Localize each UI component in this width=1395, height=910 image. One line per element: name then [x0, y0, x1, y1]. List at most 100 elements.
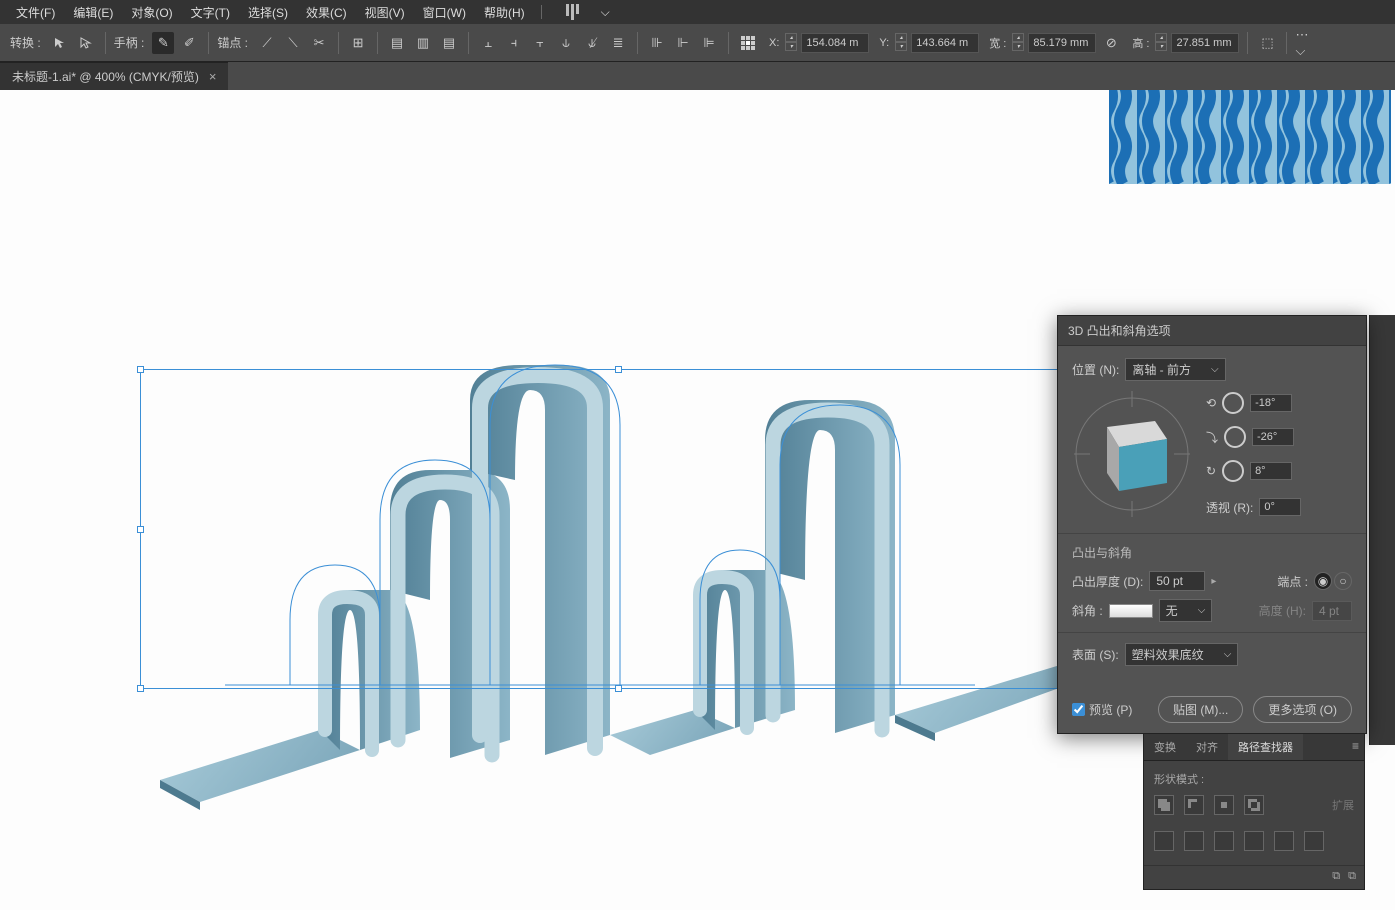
more-options-button[interactable]: 更多选项 (O) — [1253, 696, 1352, 723]
outline-icon[interactable] — [1274, 831, 1294, 851]
panel-menu-icon[interactable]: ≡ — [1352, 739, 1360, 753]
crop-icon[interactable] — [1244, 831, 1264, 851]
anchor-cut-icon[interactable]: ✂ — [308, 32, 330, 54]
menu-object[interactable]: 对象(O) — [123, 2, 180, 23]
selection-tool-icon[interactable] — [49, 32, 71, 54]
distribute-spacing-icon[interactable]: ≣ — [607, 32, 629, 54]
w-input[interactable] — [1028, 33, 1096, 53]
exclude-icon[interactable] — [1244, 795, 1264, 815]
selection-handle[interactable] — [137, 685, 144, 692]
depth-stepper-icon[interactable]: ▸ — [1211, 576, 1216, 587]
expand-button: 扩展 — [1332, 797, 1354, 813]
align-top-icon[interactable]: ⫠ — [477, 32, 499, 54]
handle-option-2-icon[interactable]: ✐ — [178, 32, 200, 54]
reference-point-icon[interactable] — [737, 32, 759, 54]
toolbar-separator — [1286, 32, 1287, 54]
align-right-icon[interactable]: ▤ — [438, 32, 460, 54]
menu-text[interactable]: 文字(T) — [183, 2, 238, 23]
bevel-swatch — [1109, 604, 1153, 618]
unite-icon[interactable] — [1154, 795, 1174, 815]
distribute-v-icon[interactable]: ⫝̸ — [581, 32, 603, 54]
menu-window[interactable]: 窗口(W) — [415, 2, 474, 23]
preview-checkbox-input[interactable] — [1072, 703, 1085, 716]
height-input — [1312, 601, 1352, 621]
align-hcenter-icon[interactable]: ▥ — [412, 32, 434, 54]
collapsed-panel-dock[interactable] — [1369, 315, 1395, 745]
menu-select[interactable]: 选择(S) — [240, 2, 296, 23]
menu-edit[interactable]: 编辑(E) — [65, 2, 121, 23]
rotate-z-input[interactable] — [1250, 462, 1292, 480]
rotate-x-input[interactable] — [1250, 394, 1292, 412]
toolbar-separator — [105, 32, 106, 54]
close-icon[interactable]: × — [209, 69, 217, 84]
document-tab[interactable]: 未标题-1.ai* @ 400% (CMYK/预览) × — [0, 62, 228, 90]
merge-icon[interactable] — [1214, 831, 1234, 851]
cube-rotation-preview[interactable] — [1072, 389, 1192, 519]
toolbar-separator — [377, 32, 378, 54]
tab-align[interactable]: 对齐 — [1186, 734, 1228, 760]
document-tab-bar: 未标题-1.ai* @ 400% (CMYK/预览) × — [0, 62, 1395, 90]
x-input[interactable] — [801, 33, 869, 53]
toolbar-separator — [1247, 32, 1248, 54]
tab-pathfinder[interactable]: 路径查找器 — [1228, 734, 1303, 760]
align-grid-icon[interactable]: ⊞ — [347, 32, 369, 54]
more-options-icon[interactable]: ⋯⌵ — [1295, 32, 1317, 54]
panel-icon-2[interactable]: ⧉ — [1348, 870, 1356, 883]
document-tab-title: 未标题-1.ai* @ 400% (CMYK/预览) — [12, 68, 199, 85]
workspace-switcher-icon[interactable]: ⌵ — [558, 4, 588, 20]
align-vcenter-icon[interactable]: ⫞ — [503, 32, 525, 54]
perspective-input[interactable] — [1259, 498, 1301, 516]
position-select[interactable]: 离轴 - 前方 — [1125, 358, 1225, 381]
handle-option-1-icon[interactable]: ✎ — [152, 32, 174, 54]
panel-icon-1[interactable]: ⧉ — [1332, 870, 1340, 883]
selection-handle[interactable] — [615, 685, 622, 692]
vert-align-2-icon[interactable]: ⊩ — [672, 32, 694, 54]
minus-back-icon[interactable] — [1304, 831, 1324, 851]
bevel-select[interactable]: 无 — [1159, 599, 1213, 622]
menu-view[interactable]: 视图(V) — [357, 2, 413, 23]
depth-input[interactable] — [1149, 571, 1205, 591]
minus-front-icon[interactable] — [1184, 795, 1204, 815]
transform-label: 转换 : — [10, 34, 41, 51]
anchor-convert-icon[interactable]: ⟋ — [256, 32, 278, 54]
anchor-smooth-icon[interactable]: ⟍ — [282, 32, 304, 54]
link-wh-icon[interactable]: ⊘ — [1100, 32, 1122, 54]
surface-select[interactable]: 塑料效果底纹 — [1125, 643, 1239, 666]
intersect-icon[interactable] — [1214, 795, 1234, 815]
distribute-h-icon[interactable]: ⫝ — [555, 32, 577, 54]
menu-effect[interactable]: 效果(C) — [298, 2, 355, 23]
align-bottom-icon[interactable]: ⫟ — [529, 32, 551, 54]
y-spinner[interactable]: ▴▾ — [895, 33, 907, 53]
direct-select-icon[interactable] — [75, 32, 97, 54]
align-left-icon[interactable]: ▤ — [386, 32, 408, 54]
selection-handle[interactable] — [137, 366, 144, 373]
preview-checkbox[interactable]: 预览 (P) — [1072, 701, 1132, 718]
handle-label: 手柄 : — [114, 34, 145, 51]
trim-icon[interactable] — [1184, 831, 1204, 851]
rotate-y-input[interactable] — [1252, 428, 1294, 446]
x-spinner[interactable]: ▴▾ — [785, 33, 797, 53]
canvas[interactable]: 3D 凸出和斜角选项 位置 (N): 离轴 - 前方 — [0, 90, 1395, 910]
cap-on-icon[interactable]: ◉ — [1314, 572, 1332, 590]
rotate-z-knob[interactable] — [1222, 460, 1244, 482]
vert-align-3-icon[interactable]: ⊫ — [698, 32, 720, 54]
tab-transform[interactable]: 变换 — [1144, 734, 1186, 760]
menu-help[interactable]: 帮助(H) — [476, 2, 533, 23]
selection-handle[interactable] — [615, 366, 622, 373]
rotate-x-knob[interactable] — [1222, 392, 1244, 414]
map-art-button[interactable]: 贴图 (M)... — [1158, 696, 1243, 723]
rotate-y-icon: ⤵ — [1206, 429, 1218, 446]
vert-align-1-icon[interactable]: ⊪ — [646, 32, 668, 54]
artwork-3d-extrude[interactable] — [140, 310, 1040, 810]
rotate-y-knob[interactable] — [1224, 426, 1246, 448]
selection-handle[interactable] — [137, 526, 144, 533]
h-input[interactable] — [1171, 33, 1239, 53]
y-input[interactable] — [911, 33, 979, 53]
w-spinner[interactable]: ▴▾ — [1012, 33, 1024, 53]
divide-icon[interactable] — [1154, 831, 1174, 851]
menu-file[interactable]: 文件(F) — [8, 2, 63, 23]
h-spinner[interactable]: ▴▾ — [1155, 33, 1167, 53]
anchor-label: 锚点 : — [217, 34, 248, 51]
cap-off-icon[interactable]: ○ — [1334, 572, 1352, 590]
shape-tool-icon[interactable]: ⬚ — [1256, 32, 1278, 54]
